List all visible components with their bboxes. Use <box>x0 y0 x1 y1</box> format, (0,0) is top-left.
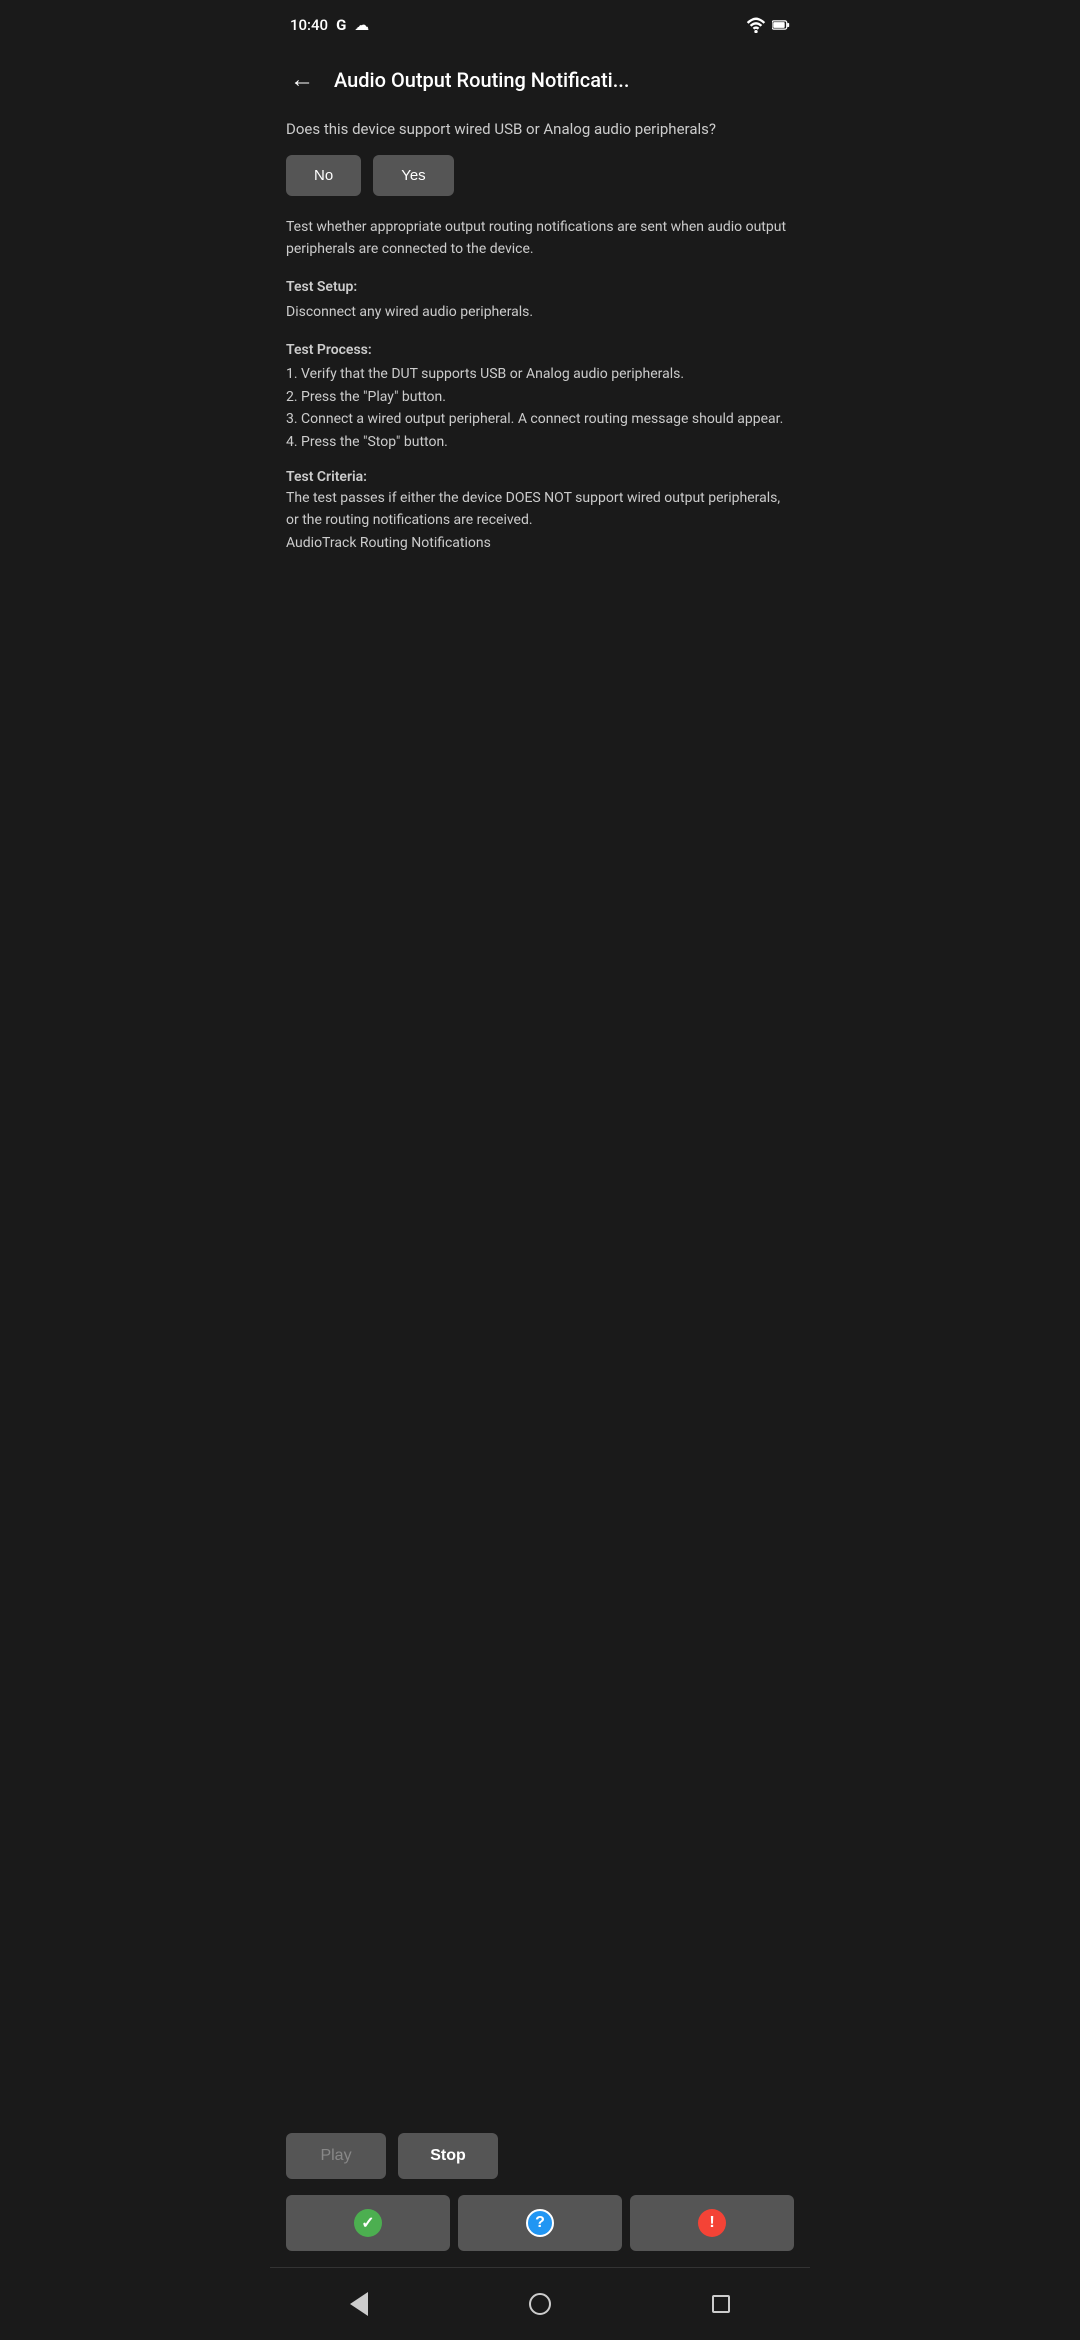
test-criteria-section: Test Criteria: The test passes if either… <box>286 469 794 554</box>
status-right <box>746 17 790 33</box>
test-process-line-2: 2. Press the "Play" button. <box>286 386 794 408</box>
test-setup-title: Test Setup: <box>286 276 794 298</box>
nav-recent-icon <box>712 2295 730 2313</box>
test-criteria-text: The test passes if either the device DOE… <box>286 490 780 528</box>
status-left: 10:40 G ☁ <box>290 16 369 34</box>
back-button[interactable]: ← <box>286 62 318 98</box>
play-button[interactable]: Play <box>286 2133 386 2179</box>
nav-home-button[interactable] <box>509 2285 571 2323</box>
page-title: Audio Output Routing Notificati... <box>334 68 629 92</box>
wifi-icon <box>746 17 766 33</box>
nav-back-icon <box>350 2292 368 2316</box>
yes-button[interactable]: Yes <box>373 155 453 196</box>
cloud-icon: ☁ <box>354 16 369 34</box>
test-process-title: Test Process: <box>286 339 794 361</box>
fail-icon: ! <box>698 2209 726 2237</box>
test-criteria-note: AudioTrack Routing Notifications <box>286 535 491 551</box>
test-process-section: Test Process: 1. Verify that the DUT sup… <box>286 339 794 453</box>
test-setup-section: Test Setup: Disconnect any wired audio p… <box>286 276 794 323</box>
nav-home-icon <box>529 2293 551 2315</box>
google-icon: G <box>336 16 346 34</box>
info-button[interactable]: ? <box>458 2195 622 2251</box>
test-process-line-4: 4. Press the "Stop" button. <box>286 431 794 453</box>
question-text: Does this device support wired USB or An… <box>286 118 794 141</box>
navigation-bar <box>270 2267 810 2340</box>
pass-icon: ✓ <box>354 2209 382 2237</box>
content-area: Does this device support wired USB or An… <box>270 110 810 2121</box>
action-buttons-row: Play Stop <box>270 2121 810 2191</box>
description-text: Test whether appropriate output routing … <box>286 216 794 261</box>
choice-button-row: No Yes <box>286 155 794 196</box>
test-setup-text: Disconnect any wired audio peripherals. <box>286 304 533 320</box>
pass-button[interactable]: ✓ <box>286 2195 450 2251</box>
test-criteria-title: Test Criteria: <box>286 469 794 485</box>
time-display: 10:40 <box>290 16 328 34</box>
header: ← Audio Output Routing Notificati... <box>270 50 810 110</box>
status-buttons-row: ✓ ? ! <box>270 2191 810 2267</box>
no-button[interactable]: No <box>286 155 361 196</box>
battery-icon <box>772 17 790 33</box>
status-bar: 10:40 G ☁ <box>270 0 810 50</box>
info-icon: ? <box>526 2209 554 2237</box>
stop-button[interactable]: Stop <box>398 2133 498 2179</box>
nav-recent-button[interactable] <box>692 2287 750 2321</box>
fail-button[interactable]: ! <box>630 2195 794 2251</box>
test-process-line-1: 1. Verify that the DUT supports USB or A… <box>286 363 794 385</box>
test-process-line-3: 3. Connect a wired output peripheral. A … <box>286 408 794 430</box>
nav-back-button[interactable] <box>330 2284 388 2324</box>
